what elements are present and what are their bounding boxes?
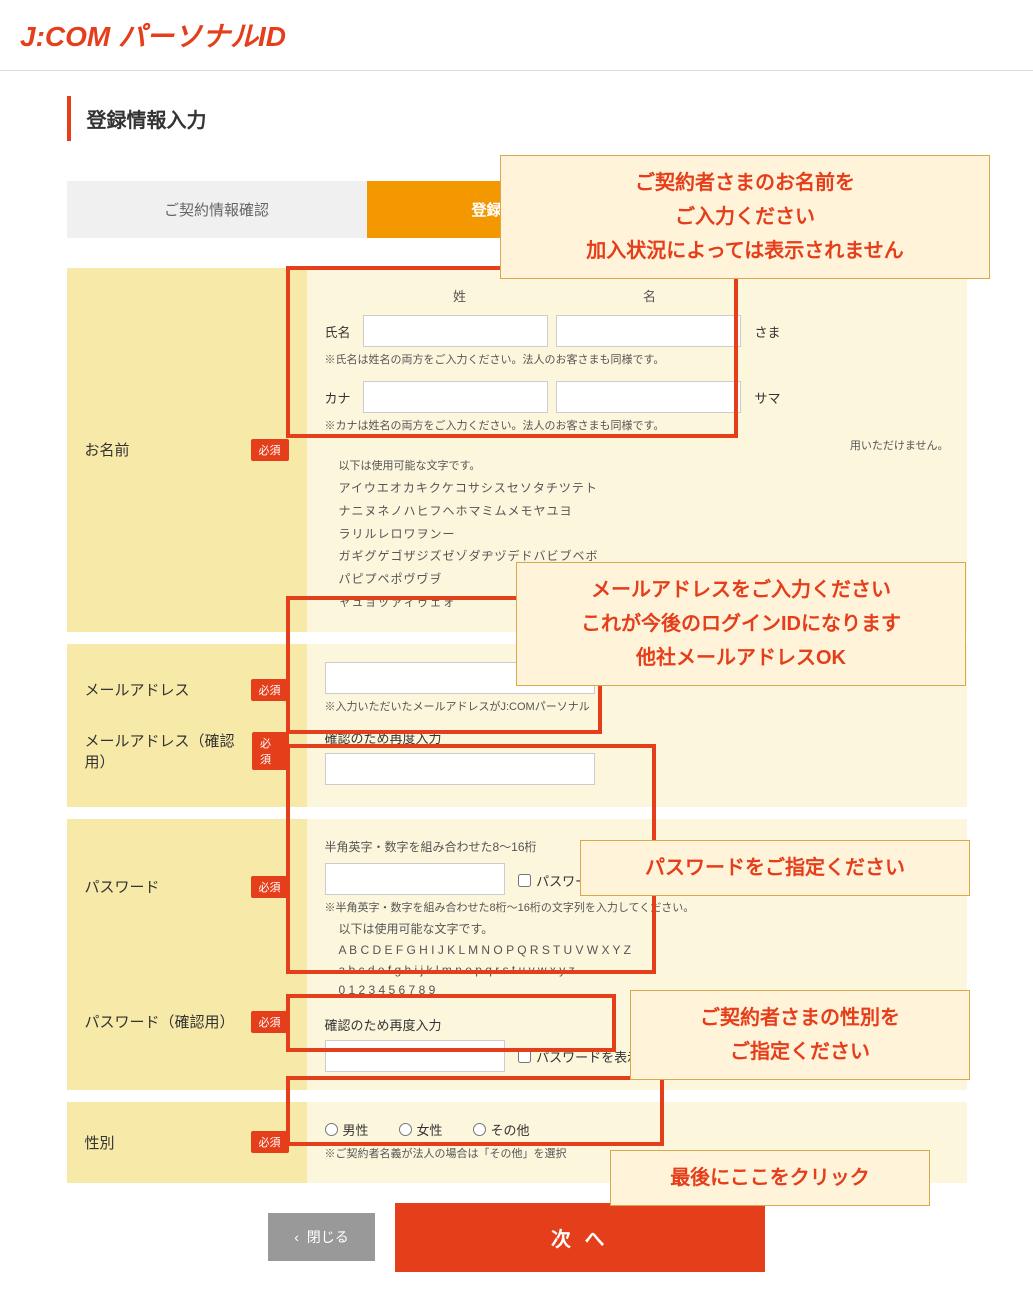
radio-female[interactable]: 女性 bbox=[399, 1120, 443, 1139]
header: J:COM パーソナルID bbox=[0, 0, 1033, 71]
next-button[interactable]: 次 へ bbox=[395, 1203, 765, 1272]
suffix-sama-kana: サマ bbox=[755, 388, 781, 407]
close-button[interactable]: ‹ 閉じる bbox=[268, 1213, 374, 1261]
radio-other-input[interactable] bbox=[473, 1123, 486, 1136]
label-password: パスワード bbox=[85, 876, 160, 897]
col-header-mei: 名 bbox=[555, 286, 745, 305]
page-title: 登録情報入力 bbox=[67, 96, 967, 141]
callout-next: 最後にここをクリック bbox=[610, 1150, 930, 1206]
note-email: ※入力いただいたメールアドレスがJ:COMパーソナル bbox=[325, 701, 590, 713]
chars-line-1: アイウエオカキクケコサシスセソタチツテト bbox=[339, 477, 949, 500]
suffix-sama: さま bbox=[755, 322, 781, 341]
trail-text: 用いただけません。 bbox=[325, 437, 949, 453]
callout-name: ご契約者さまのお名前を ご入力ください 加入状況によっては表示されません bbox=[500, 155, 990, 279]
radio-other[interactable]: その他 bbox=[473, 1120, 530, 1139]
radio-male-input[interactable] bbox=[325, 1123, 338, 1136]
show-password-confirm-checkbox[interactable] bbox=[518, 1050, 531, 1063]
note-name: ※氏名は姓名の両方をご入力ください。法人のお客さまも同様です。 bbox=[325, 351, 949, 367]
input-mei[interactable] bbox=[556, 315, 741, 347]
header-title: J:COM パーソナルID bbox=[20, 15, 1013, 55]
tab-confirm[interactable]: ご契約情報確認 bbox=[67, 181, 367, 238]
callout-email: メールアドレスをご入力ください これが今後のログインIDになります 他社メールア… bbox=[516, 562, 966, 686]
label-name: お名前 bbox=[85, 439, 130, 460]
input-password[interactable] bbox=[325, 863, 505, 895]
input-password-confirm[interactable] bbox=[325, 1040, 505, 1072]
email-confirm-head: 確認のため再度入力 bbox=[325, 728, 949, 747]
input-kana-sei[interactable] bbox=[363, 381, 548, 413]
label-gender: 性別 bbox=[85, 1132, 115, 1153]
chars-line-3: ラリルレロワヲンー bbox=[339, 523, 949, 546]
pw-allowed-label: 以下は使用可能な文字です。 bbox=[339, 919, 949, 939]
pw-chars-2: a b c d e f g h i j k l m n o p q r s t … bbox=[339, 960, 949, 980]
show-password-confirm-toggle[interactable]: パスワードを表示 bbox=[518, 1047, 640, 1066]
prefix-shimei: 氏名 bbox=[325, 322, 355, 341]
note-password: ※半角英字・数字を組み合わせた8桁～16桁の文字列を入力してください。 bbox=[325, 899, 949, 915]
input-email-confirm[interactable] bbox=[325, 753, 595, 785]
pw-chars-1: A B C D E F G H I J K L M N O P Q R S T … bbox=[339, 940, 949, 960]
input-kana-mei[interactable] bbox=[556, 381, 741, 413]
callout-gender: ご契約者さまの性別を ご指定ください bbox=[630, 990, 970, 1080]
radio-male[interactable]: 男性 bbox=[325, 1120, 369, 1139]
show-password-checkbox[interactable] bbox=[518, 874, 531, 887]
label-email: メールアドレス bbox=[85, 679, 190, 700]
input-sei[interactable] bbox=[363, 315, 548, 347]
button-row: ‹ 閉じる 次 へ bbox=[67, 1203, 967, 1272]
prefix-kana: カナ bbox=[325, 388, 355, 407]
allowed-chars-label: 以下は使用可能な文字です。 bbox=[339, 457, 949, 473]
chars-line-2: ナニヌネノハヒフヘホマミムメモヤユヨ bbox=[339, 500, 949, 523]
required-badge: 必須 bbox=[251, 679, 289, 701]
required-badge: 必須 bbox=[251, 876, 289, 898]
required-badge: 必須 bbox=[251, 1131, 289, 1153]
radio-female-input[interactable] bbox=[399, 1123, 412, 1136]
required-badge: 必須 bbox=[251, 439, 289, 461]
label-password-confirm: パスワード（確認用） bbox=[85, 1011, 235, 1032]
col-header-sei: 姓 bbox=[365, 286, 555, 305]
required-badge: 必須 bbox=[251, 1011, 289, 1033]
show-password-confirm-label: パスワードを表示 bbox=[536, 1047, 640, 1066]
callout-password: パスワードをご指定ください bbox=[580, 840, 970, 896]
required-badge: 必須 bbox=[252, 732, 288, 770]
label-email-confirm: メールアドレス（確認用） bbox=[85, 730, 253, 772]
note-kana: ※カナは姓名の両方をご入力ください。法人のお客さまも同様です。 bbox=[325, 417, 949, 433]
